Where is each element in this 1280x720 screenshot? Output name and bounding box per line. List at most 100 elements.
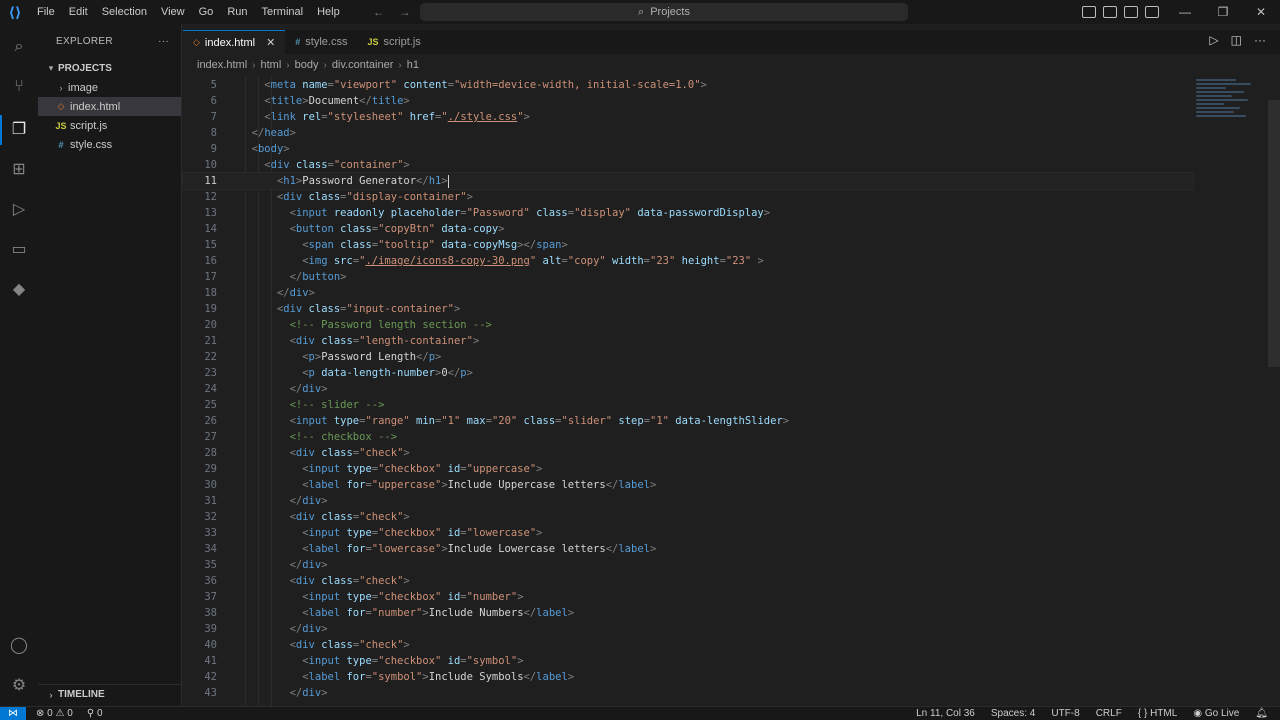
menu-help[interactable]: Help bbox=[310, 0, 347, 24]
menu-view[interactable]: View bbox=[154, 0, 192, 24]
remote-explorer-icon[interactable]: ▭ bbox=[8, 238, 30, 260]
toggle-panel-icon[interactable] bbox=[1103, 6, 1117, 18]
maximize-icon[interactable]: ❐ bbox=[1204, 0, 1242, 24]
projects-section[interactable]: ▾ PROJECTS bbox=[38, 58, 181, 78]
notifications-bell-icon[interactable]: 🔔︎ bbox=[1255, 708, 1268, 719]
tree-file-index-html[interactable]: ◇ index.html bbox=[38, 97, 181, 116]
vertical-scrollbar[interactable] bbox=[1268, 100, 1280, 367]
code-line[interactable]: 34 <label for="lowercase">Include Lowerc… bbox=[183, 541, 1193, 557]
code-line[interactable]: 7 <link rel="stylesheet" href="./style.c… bbox=[183, 109, 1193, 125]
code-line[interactable]: 13 <input readonly placeholder="Password… bbox=[183, 205, 1193, 221]
menu-terminal[interactable]: Terminal bbox=[255, 0, 311, 24]
line-ending[interactable]: CRLF bbox=[1096, 708, 1122, 719]
menu-edit[interactable]: Edit bbox=[62, 0, 95, 24]
customize-layout-icon[interactable] bbox=[1145, 6, 1159, 18]
code-line[interactable]: 6 <title>Document</title> bbox=[183, 93, 1193, 109]
code-line[interactable]: 21 <div class="length-container"> bbox=[183, 333, 1193, 349]
account-icon[interactable]: ◯ bbox=[8, 634, 30, 656]
source-control-icon[interactable]: ⑂ bbox=[8, 76, 30, 98]
code-line[interactable]: 28 <div class="check"> bbox=[183, 445, 1193, 461]
tab-style-css[interactable]: # style.css bbox=[285, 30, 357, 54]
split-editor-icon[interactable]: ◫ bbox=[1231, 33, 1242, 47]
remote-indicator-icon[interactable]: ⋈ bbox=[0, 706, 26, 720]
code-line[interactable]: 39 </div> bbox=[183, 621, 1193, 637]
close-tab-icon[interactable]: ✕ bbox=[266, 36, 275, 49]
code-line[interactable]: 23 <p data-length-number>0</p> bbox=[183, 365, 1193, 381]
toggle-secondary-sidebar-icon[interactable] bbox=[1124, 6, 1138, 18]
breadcrumb-item[interactable]: h1 bbox=[407, 59, 419, 71]
code-line[interactable]: 36 <div class="check"> bbox=[183, 573, 1193, 589]
minimap[interactable] bbox=[1196, 77, 1266, 147]
timeline-section[interactable]: › TIMELINE bbox=[38, 684, 182, 704]
code-line[interactable]: 41 <input type="checkbox" id="symbol"> bbox=[183, 653, 1193, 669]
minimize-icon[interactable]: — bbox=[1166, 0, 1204, 24]
code-line[interactable]: 12 <div class="display-container"> bbox=[183, 189, 1193, 205]
code-line[interactable]: 17 </button> bbox=[183, 269, 1193, 285]
code-line[interactable]: 30 <label for="uppercase">Include Upperc… bbox=[183, 477, 1193, 493]
run-debug-icon[interactable]: ▷ bbox=[8, 198, 30, 220]
code-line[interactable]: 24 </div> bbox=[183, 381, 1193, 397]
close-window-icon[interactable]: ✕ bbox=[1242, 0, 1280, 24]
breadcrumb-item[interactable]: div.container bbox=[332, 59, 394, 71]
tab-index-html[interactable]: ◇ index.html ✕ bbox=[183, 30, 286, 54]
code-line[interactable]: 16 <img src="./image/icons8-copy-30.png"… bbox=[183, 253, 1193, 269]
more-actions-icon[interactable]: ··· bbox=[158, 36, 169, 47]
code-line[interactable]: 18 </div> bbox=[183, 285, 1193, 301]
code-line[interactable]: 35 </div> bbox=[183, 557, 1193, 573]
ports-indicator[interactable]: ⚲ 0 bbox=[87, 708, 103, 719]
status-left: ⊗ 0 ⚠ 0 ⚲ 0 bbox=[36, 708, 103, 719]
more-actions-icon[interactable]: ··· bbox=[1254, 33, 1266, 47]
code-line[interactable]: 10 <div class="container"> bbox=[183, 157, 1193, 173]
indentation[interactable]: Spaces: 4 bbox=[991, 708, 1035, 719]
code-line[interactable]: 32 <div class="check"> bbox=[183, 509, 1193, 525]
code-line[interactable]: 19 <div class="input-container"> bbox=[183, 301, 1193, 317]
code-line[interactable]: 37 <input type="checkbox" id="number"> bbox=[183, 589, 1193, 605]
problems-indicator[interactable]: ⊗ 0 ⚠ 0 bbox=[36, 708, 73, 719]
code-line[interactable]: 8 </head> bbox=[183, 125, 1193, 141]
code-editor[interactable]: 5 <meta name="viewport" content="width=d… bbox=[182, 77, 1194, 706]
code-line[interactable]: 25 <!-- slider --> bbox=[183, 397, 1193, 413]
code-line[interactable]: 9 <body> bbox=[183, 141, 1193, 157]
command-center[interactable]: ⌕ Projects bbox=[420, 3, 908, 21]
code-line[interactable]: 20 <!-- Password length section --> bbox=[183, 317, 1193, 333]
tree-folder-image[interactable]: › image bbox=[38, 78, 181, 97]
toggle-primary-sidebar-icon[interactable] bbox=[1082, 6, 1096, 18]
code-line[interactable]: 38 <label for="number">Include Numbers</… bbox=[183, 605, 1193, 621]
tab-script-js[interactable]: JS script.js bbox=[357, 30, 430, 54]
code-line[interactable]: 42 <label for="symbol">Include Symbols</… bbox=[183, 669, 1193, 685]
menu-selection[interactable]: Selection bbox=[95, 0, 154, 24]
search-activity-icon[interactable]: ⌕ bbox=[8, 36, 30, 58]
code-line[interactable]: 33 <input type="checkbox" id="lowercase"… bbox=[183, 525, 1193, 541]
code-line[interactable]: 15 <span class="tooltip" data-copyMsg></… bbox=[183, 237, 1193, 253]
code-line[interactable]: 22 <p>Password Length</p> bbox=[183, 349, 1193, 365]
code-line[interactable]: 43 </div> bbox=[183, 685, 1193, 701]
breadcrumb-item[interactable]: html bbox=[260, 59, 281, 71]
go-live-button[interactable]: ◉ Go Live bbox=[1193, 708, 1239, 719]
language-mode[interactable]: { } HTML bbox=[1138, 708, 1177, 719]
back-arrow-icon[interactable]: ← bbox=[373, 5, 385, 19]
breadcrumb-item[interactable]: body bbox=[295, 59, 319, 71]
menu-file[interactable]: File bbox=[30, 0, 62, 24]
breadcrumb-item[interactable]: index.html bbox=[197, 59, 247, 71]
menu-go[interactable]: Go bbox=[192, 0, 221, 24]
tree-file-script-js[interactable]: JS script.js bbox=[38, 116, 181, 135]
code-line[interactable]: 5 <meta name="viewport" content="width=d… bbox=[183, 77, 1193, 93]
code-token: Password Generator bbox=[302, 175, 417, 187]
code-line[interactable]: 29 <input type="checkbox" id="uppercase"… bbox=[183, 461, 1193, 477]
cursor-position[interactable]: Ln 11, Col 36 bbox=[916, 708, 975, 719]
code-line[interactable]: 27 <!-- checkbox --> bbox=[183, 429, 1193, 445]
settings-gear-icon[interactable]: ⚙ bbox=[8, 674, 30, 696]
python-icon[interactable]: ◆ bbox=[8, 278, 30, 300]
explorer-icon[interactable]: ❐ bbox=[8, 118, 30, 140]
code-line[interactable]: 11 <h1>Password Generator</h1> bbox=[182, 172, 1194, 190]
encoding[interactable]: UTF-8 bbox=[1051, 708, 1079, 719]
code-line[interactable]: 31 </div> bbox=[183, 493, 1193, 509]
menu-run[interactable]: Run bbox=[220, 0, 254, 24]
code-line[interactable]: 40 <div class="check"> bbox=[183, 637, 1193, 653]
run-icon[interactable]: ▷ bbox=[1209, 33, 1218, 47]
code-line[interactable]: 26 <input type="range" min="1" max="20" … bbox=[183, 413, 1193, 429]
tree-file-style-css[interactable]: # style.css bbox=[38, 135, 181, 154]
extensions-icon[interactable]: ⊞ bbox=[8, 158, 30, 180]
code-line[interactable]: 14 <button class="copyBtn" data-copy> bbox=[183, 221, 1193, 237]
forward-arrow-icon[interactable]: → bbox=[399, 5, 411, 19]
